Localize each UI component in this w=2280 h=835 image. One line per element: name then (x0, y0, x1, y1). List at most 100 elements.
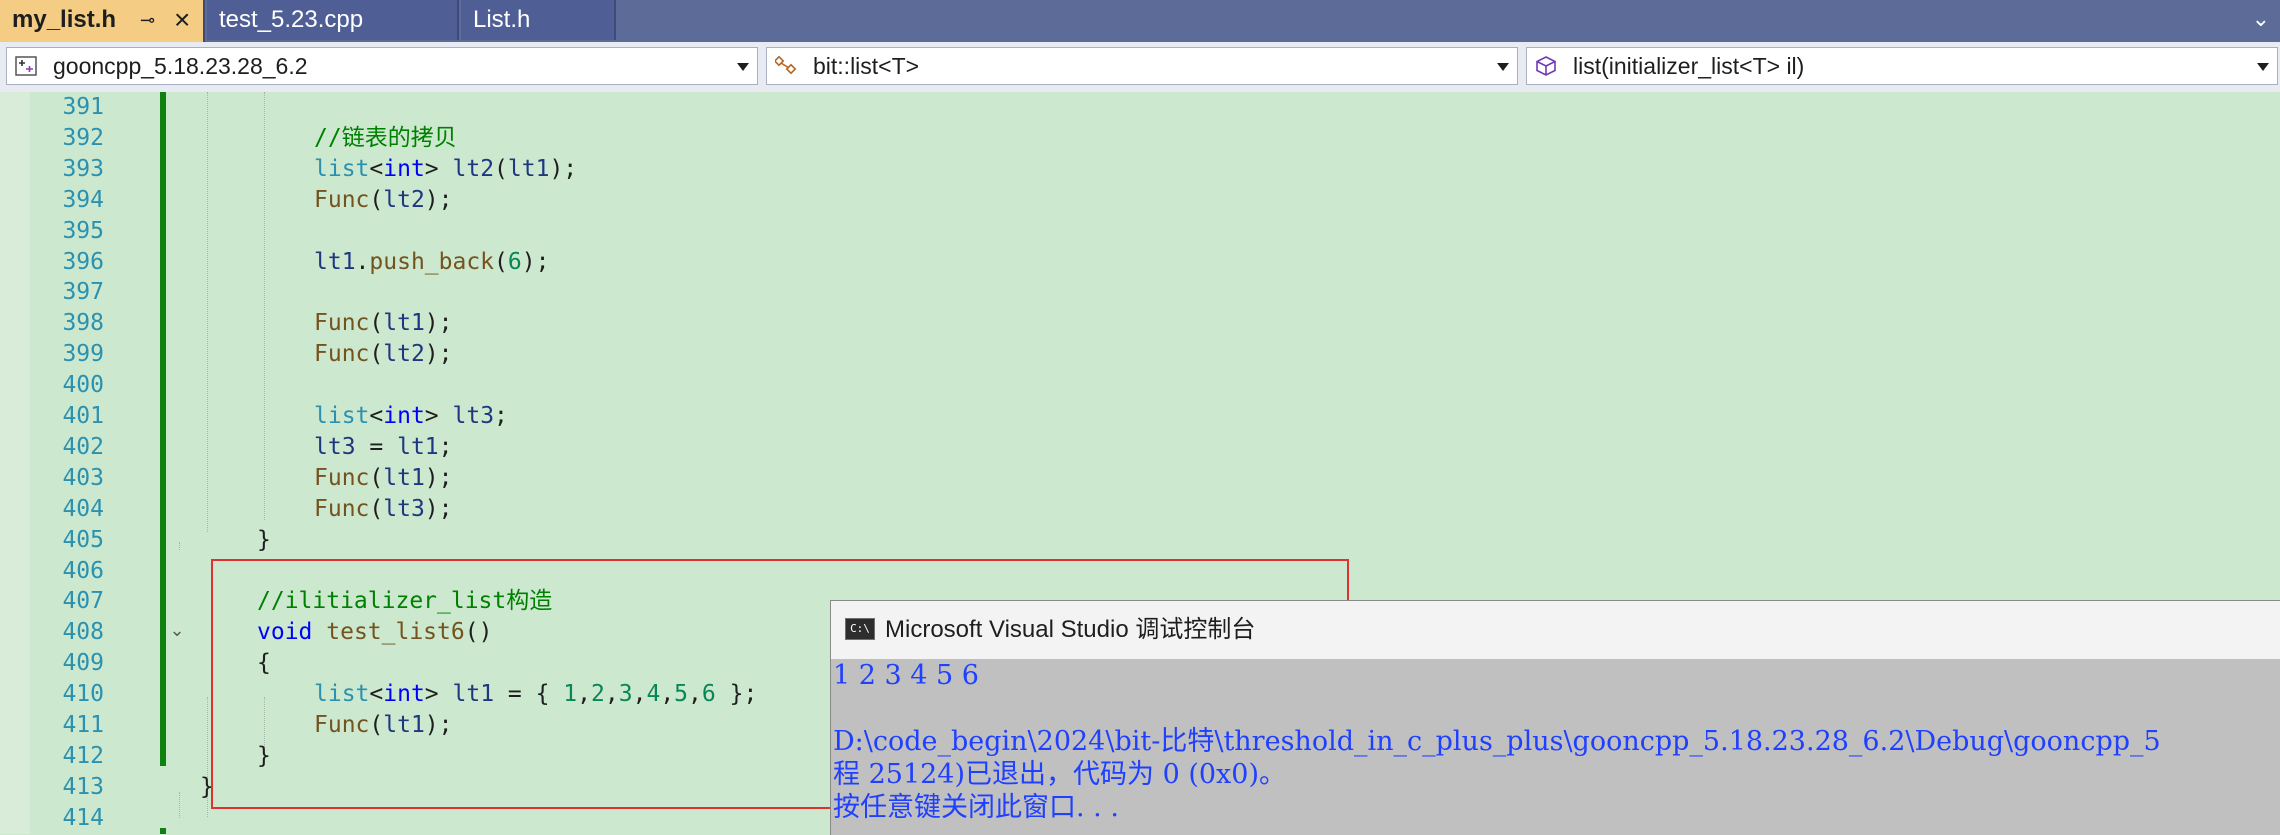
code-line[interactable]: 404 Func(lt3); (0, 494, 2280, 525)
code-line[interactable]: 405} (0, 525, 2280, 556)
code-token: 5 (674, 681, 689, 708)
code-line[interactable]: 397 (0, 277, 2280, 308)
code-token: Func (314, 464, 370, 491)
scope-name: bit::list<T> (813, 53, 920, 79)
code-token: ); (424, 712, 453, 738)
code-token: ( (369, 310, 384, 337)
code-token: ( (369, 495, 384, 522)
document-tab-strip: my_list.h ⊸ × test_5.23.cpp List.h ⌄ (0, 0, 2280, 42)
console-app-icon: C:\ (845, 618, 875, 640)
code-line[interactable]: 391 (0, 92, 2280, 123)
line-number: 395 (62, 217, 104, 244)
line-number: 410 (62, 681, 104, 708)
line-number: 408 (62, 619, 104, 646)
code-token: } (257, 742, 271, 769)
tab-my-list-h[interactable]: my_list.h ⊸ × (0, 0, 205, 42)
code-token: 6 (701, 681, 716, 708)
project-dropdown[interactable]: gooncpp_5.18.23.28_6.2 (6, 47, 758, 85)
code-line[interactable]: 395 (0, 216, 2280, 247)
tab-test-5-23-cpp[interactable]: test_5.23.cpp (207, 0, 459, 40)
code-line[interactable]: 393 list<int> lt2(lt1); (0, 154, 2280, 185)
line-number: 406 (62, 557, 104, 584)
line-number: 400 (62, 372, 104, 399)
line-number: 392 (62, 124, 104, 151)
code-line[interactable]: 398 Func(lt1); (0, 308, 2280, 339)
code-text: lt3 = lt1; (314, 432, 453, 463)
code-line[interactable]: 394 Func(lt2); (0, 185, 2280, 216)
code-line[interactable]: 403 Func(lt1); (0, 463, 2280, 494)
code-token: 1 (563, 681, 578, 708)
code-token: < (369, 155, 384, 182)
line-number: 393 (62, 155, 104, 182)
code-token: int (383, 403, 425, 429)
code-token: lt1 (507, 155, 550, 182)
code-token: , (660, 681, 675, 708)
console-line: 程 25124)已退出，代码为 0 (0x0)。 (833, 759, 1287, 790)
code-token: int (383, 155, 425, 182)
code-token: ); (549, 155, 578, 182)
console-title-bar[interactable]: C:\ Microsoft Visual Studio 调试控制台 (831, 601, 2280, 659)
code-token: 2 (591, 681, 605, 708)
code-token: list (314, 155, 370, 182)
code-line[interactable]: 401 list<int> lt3; (0, 401, 2280, 432)
pin-icon[interactable]: ⊸ (140, 0, 155, 40)
project-icon (15, 56, 37, 76)
code-text: Func(lt1); (314, 308, 453, 339)
line-number: 391 (62, 94, 104, 120)
code-token: Func (314, 712, 370, 738)
console-line: 按任意键关闭此窗口. . . (833, 792, 1119, 823)
console-output: 1 2 3 4 5 6 D:\code_begin\2024\bit-比特\th… (831, 659, 2280, 835)
code-token: ( (369, 186, 384, 213)
code-token: lt3 (383, 495, 425, 522)
code-token: , (577, 681, 592, 708)
code-token: . (355, 248, 370, 275)
line-number: 414 (62, 804, 104, 831)
code-token: < (369, 403, 384, 429)
fold-toggle-icon[interactable]: ⌄ (168, 621, 186, 639)
code-line[interactable]: 399 Func(lt2); (0, 339, 2280, 370)
close-icon[interactable]: × (174, 0, 190, 40)
tab-list-h[interactable]: List.h (461, 0, 616, 40)
tab-label: test_5.23.cpp (219, 6, 364, 33)
scope-dropdown[interactable]: bit::list<T> (766, 47, 1518, 85)
debug-console-window[interactable]: C:\ Microsoft Visual Studio 调试控制台 1 2 3 … (830, 600, 2280, 835)
code-token: //链表的拷贝 (314, 124, 457, 151)
line-number: 409 (62, 650, 104, 677)
code-text: list<int> lt2(lt1); (314, 154, 577, 185)
code-line[interactable]: 400 (0, 370, 2280, 401)
chevron-down-icon (2257, 63, 2269, 71)
member-dropdown[interactable]: list(initializer_list<T> il) (1526, 47, 2278, 85)
line-number: 403 (62, 464, 104, 491)
code-token: lt1 (383, 712, 425, 738)
line-number: 411 (62, 712, 104, 738)
code-text: //链表的拷贝 (314, 123, 457, 154)
code-token: > (424, 403, 453, 429)
code-token: list (314, 403, 370, 429)
line-number: 394 (62, 186, 104, 213)
code-line[interactable]: 392 //链表的拷贝 (0, 123, 2280, 154)
code-line[interactable]: 402 lt3 = lt1; (0, 432, 2280, 463)
code-token: }; (715, 681, 758, 708)
line-number: 404 (62, 495, 104, 522)
code-text: { (257, 648, 271, 679)
tab-label: List.h (473, 6, 531, 33)
code-token: Func (314, 310, 370, 337)
code-token: lt1 (314, 248, 356, 275)
chevron-down-icon[interactable]: ⌄ (2252, 6, 2270, 32)
code-token: ( (494, 248, 508, 275)
code-token: lt1 (452, 681, 495, 708)
code-token: ); (521, 248, 550, 275)
code-text: list<int> lt3; (314, 401, 508, 432)
code-token: , (632, 681, 647, 708)
line-number: 397 (62, 279, 104, 306)
code-token: ); (424, 464, 453, 491)
code-line[interactable]: 396 lt1.push_back(6); (0, 247, 2280, 278)
line-number: 412 (62, 742, 104, 769)
code-text: Func(lt2); (314, 339, 453, 370)
code-text: list<int> lt1 = { 1,2,3,4,5,6 }; (314, 679, 757, 710)
code-token: = (355, 433, 398, 460)
code-line[interactable]: 406 (0, 556, 2280, 587)
code-token: { (257, 650, 271, 677)
code-token: Func (314, 186, 370, 213)
code-token: lt1 (383, 310, 425, 337)
